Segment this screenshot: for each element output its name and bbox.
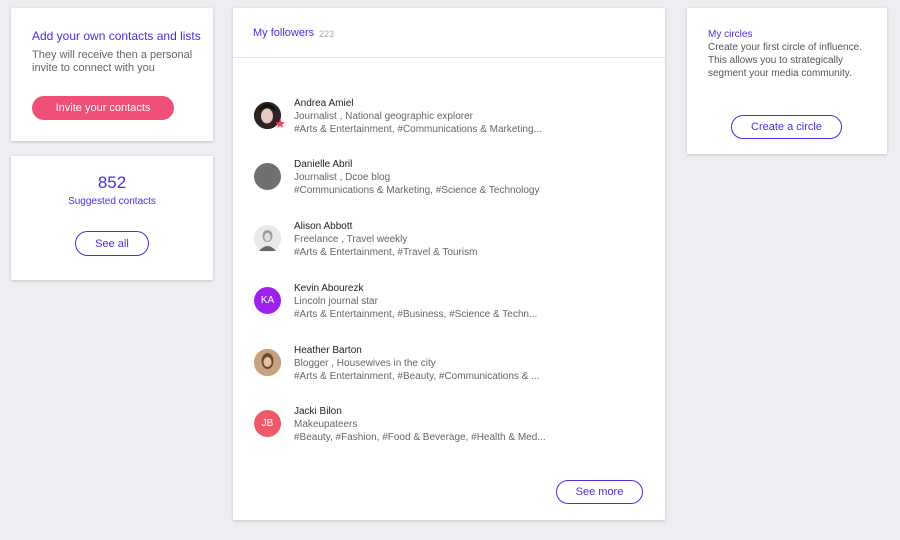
circles-title: My circles (708, 29, 753, 40)
avatar (254, 349, 281, 376)
avatar (254, 225, 281, 252)
avatar: ★ (254, 102, 286, 131)
invite-contacts-button[interactable]: Invite your contacts (32, 96, 174, 120)
circles-card: My circles Create your first circle of i… (687, 8, 887, 154)
suggested-label: Suggested contacts (68, 196, 156, 207)
follower-name: Andrea Amiel (294, 98, 354, 109)
suggested-contacts-card: 852 Suggested contacts See all (11, 156, 213, 280)
follower-name: Danielle Abril (294, 159, 353, 170)
avatar-initials: KA (260, 295, 275, 306)
follower-subtitle: Freelance , Travel weekly (294, 234, 408, 245)
invite-description: They will receive then a personal invite… (32, 49, 193, 74)
follower-name: Jacki Bilon (294, 406, 342, 417)
follower-row[interactable]: KA Kevin Abourezk Lincoln journal star #… (254, 283, 654, 331)
followers-count: 223 (319, 29, 335, 39)
invite-title: Add your own contacts and lists (32, 29, 201, 43)
suggested-count: 852 (97, 173, 127, 192)
avatar (254, 163, 281, 190)
follower-name: Kevin Abourezk (294, 283, 364, 294)
follower-tags: #Arts & Entertainment, #Beauty, #Communi… (294, 371, 540, 382)
follower-subtitle: Journalist , National geographic explore… (294, 111, 473, 122)
followers-header: My followers 223 (233, 8, 665, 58)
see-more-button[interactable]: See more (556, 480, 643, 504)
follower-name: Alison Abbott (294, 221, 353, 232)
follower-row[interactable]: Alison Abbott Freelance , Travel weekly … (254, 221, 654, 269)
create-circle-button[interactable]: Create a circle (731, 115, 842, 139)
follower-name: Heather Barton (294, 345, 362, 356)
follower-row[interactable]: JB Jacki Bilon Makeupateers #Beauty, #Fa… (254, 406, 654, 454)
avatar-initials: JB (261, 418, 274, 429)
follower-subtitle: Journalist , Dcoe blog (294, 172, 391, 183)
star-badge-icon: ★ (274, 116, 286, 131)
follower-tags: #Arts & Entertainment, #Communications &… (294, 124, 542, 135)
circles-description: Create your first circle of influence. T… (708, 42, 862, 79)
followers-title: My followers (253, 27, 315, 39)
follower-row[interactable]: ★ Andrea Amiel Journalist , National geo… (254, 98, 654, 146)
follower-subtitle: Blogger , Housewives in the city (294, 358, 436, 369)
avatar: KA (254, 287, 281, 314)
follower-tags: #Arts & Entertainment, #Travel & Tourism (294, 247, 478, 258)
follower-tags: #Beauty, #Fashion, #Food & Beverage, #He… (294, 432, 546, 443)
follower-tags: #Communications & Marketing, #Science & … (294, 185, 540, 196)
followers-card: My followers 223 ★ Andrea Amiel Journali… (233, 8, 665, 520)
follower-subtitle: Makeupateers (294, 419, 358, 430)
follower-subtitle: Lincoln journal star (294, 296, 378, 307)
follower-row[interactable]: Danielle Abril Journalist , Dcoe blog #C… (254, 159, 654, 207)
follower-row[interactable]: Heather Barton Blogger , Housewives in t… (254, 345, 654, 393)
invite-contacts-card: Add your own contacts and lists They wil… (11, 8, 213, 141)
avatar: JB (254, 410, 281, 437)
follower-tags: #Arts & Entertainment, #Business, #Scien… (294, 309, 538, 320)
see-all-button[interactable]: See all (75, 231, 149, 256)
